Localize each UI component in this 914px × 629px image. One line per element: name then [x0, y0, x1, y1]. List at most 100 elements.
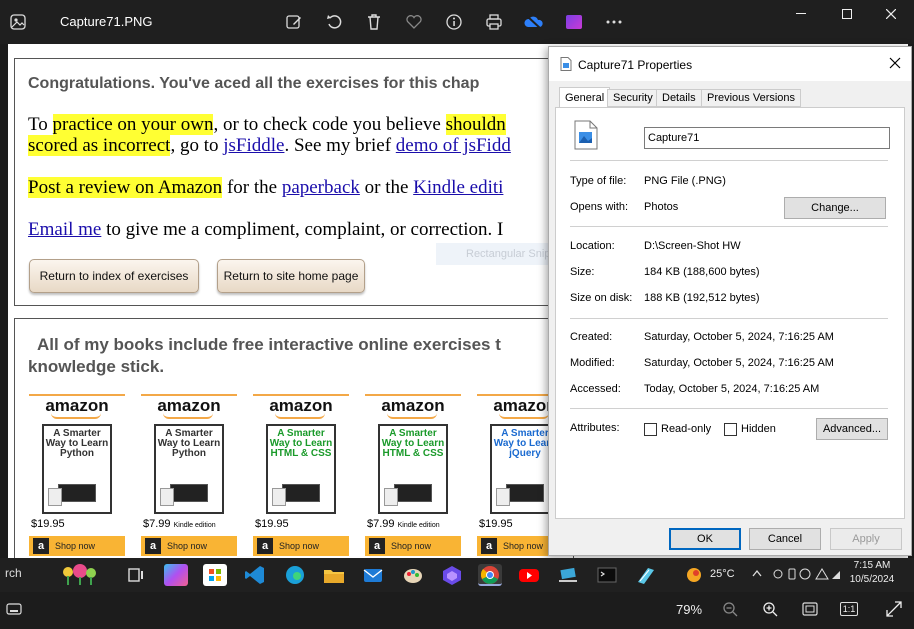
clock-date[interactable]: 10/5/2024: [848, 574, 896, 585]
books-heading-2: knowledge stick.: [28, 357, 165, 376]
clipchamp-icon[interactable]: [562, 10, 586, 34]
book-title: A Smarter Way to Learn Python: [157, 428, 221, 459]
book-price: $19.95: [479, 518, 513, 530]
close-icon[interactable]: [889, 57, 901, 72]
amazon-a-icon: a: [33, 538, 49, 554]
clock-time[interactable]: 7:15 AM: [852, 560, 892, 571]
snipping-tool-icon[interactable]: [634, 564, 658, 586]
amazon-a-icon: a: [145, 538, 161, 554]
copilot-icon[interactable]: [164, 564, 188, 586]
viewer-title-bar: Capture71.PNG: [0, 0, 914, 44]
search-highlight-icon[interactable]: [60, 562, 108, 586]
separator: [570, 160, 888, 161]
book-card[interactable]: amazon A Smarter Way to Learn Python $19.9…: [29, 394, 125, 558]
search-box-fragment[interactable]: rch: [5, 566, 22, 580]
hidden-label: Hidden: [741, 423, 776, 435]
ok-button[interactable]: OK: [669, 528, 741, 550]
book-title: A Smarter Way to Learn HTML & CSS: [381, 428, 445, 459]
shop-now-label: Shop now: [279, 541, 320, 551]
text: to give me a compliment, complaint, or c…: [101, 219, 504, 240]
favorite-icon[interactable]: [402, 10, 426, 34]
amazon-smile-icon: [51, 413, 101, 419]
onedrive-icon[interactable]: [522, 10, 546, 34]
demo-link[interactable]: demo of jsFidd: [396, 135, 511, 156]
location-label: Location:: [570, 240, 615, 252]
book-card[interactable]: amazon A Smarter Way to Learn Python $7.99…: [141, 394, 237, 558]
fit-to-window-icon[interactable]: [802, 602, 818, 621]
hidden-checkbox[interactable]: [724, 423, 737, 436]
shop-now-button[interactable]: a Shop now: [365, 536, 461, 556]
vscode-icon[interactable]: [243, 564, 267, 586]
paint-icon[interactable]: [401, 564, 425, 586]
shop-now-button[interactable]: a Shop now: [29, 536, 125, 556]
book-card[interactable]: amazon A Smarter Way to Learn HTML & CSS $…: [365, 394, 461, 558]
chrome-icon[interactable]: [478, 564, 502, 586]
rotate-icon[interactable]: [322, 10, 346, 34]
file-explorer-icon[interactable]: [322, 564, 346, 586]
laptop-illustration: [170, 484, 208, 502]
zoom-in-icon[interactable]: [762, 601, 778, 622]
separator: [570, 408, 888, 409]
separator: [570, 226, 888, 227]
shop-now-button[interactable]: a Shop now: [253, 536, 349, 556]
modified-value: Saturday, October 5, 2024, 7:16:25 AM: [644, 357, 834, 369]
more-icon[interactable]: [602, 10, 626, 34]
change-button[interactable]: Change...: [784, 197, 886, 219]
clipchamp-taskbar-icon[interactable]: [440, 564, 464, 586]
return-home-button[interactable]: Return to site home page: [217, 259, 365, 293]
jsfiddle-link[interactable]: jsFiddle: [223, 135, 284, 156]
chevron-up-icon[interactable]: [752, 568, 762, 580]
shop-now-button[interactable]: a Shop now: [141, 536, 237, 556]
zoom-out-icon[interactable]: [722, 601, 738, 622]
apply-button[interactable]: Apply: [830, 528, 902, 550]
book-price: $19.95: [31, 518, 65, 530]
highlight: practice on your own: [52, 114, 214, 135]
close-button[interactable]: [868, 4, 914, 24]
paperback-link[interactable]: paperback: [282, 177, 360, 198]
snip-tooltip-ghost: Rectangular Snip: [436, 243, 556, 265]
edition-note: Kindle edition: [397, 522, 440, 529]
tab-security[interactable]: Security: [607, 89, 659, 107]
book-illustration: [48, 488, 62, 506]
microsoft-store-icon[interactable]: [203, 564, 227, 586]
book-card[interactable]: amazon A Smarter Way to Learn HTML & CSS $…: [253, 394, 349, 558]
actual-size-button[interactable]: 1:1: [840, 602, 858, 616]
fullscreen-icon[interactable]: [886, 601, 902, 622]
amazon-a-icon: a: [481, 538, 497, 554]
minimize-button[interactable]: [778, 4, 824, 24]
cancel-button[interactable]: Cancel: [749, 528, 821, 550]
kindle-link[interactable]: Kindle editi: [413, 177, 503, 198]
laptop-app-icon[interactable]: [556, 564, 580, 586]
youtube-icon[interactable]: [517, 564, 541, 586]
filename-field[interactable]: Capture71: [644, 127, 890, 149]
edge-icon[interactable]: [283, 564, 307, 586]
delete-icon[interactable]: [362, 10, 386, 34]
text: . See my brief: [284, 135, 396, 156]
amazon-smile-icon: [275, 413, 325, 419]
edit-icon[interactable]: [282, 10, 306, 34]
amazon-a-icon: a: [257, 538, 273, 554]
filmstrip-icon[interactable]: [6, 602, 22, 621]
price-value: $19.95: [255, 518, 289, 530]
tray-icons[interactable]: [772, 567, 842, 586]
book-illustration: [160, 488, 174, 506]
print-icon[interactable]: [482, 10, 506, 34]
info-icon[interactable]: [442, 10, 466, 34]
maximize-button[interactable]: [824, 4, 870, 24]
task-view-icon[interactable]: [124, 564, 148, 586]
attributes-label: Attributes:: [570, 422, 620, 434]
shop-now-label: Shop now: [55, 541, 96, 551]
terminal-icon[interactable]: [595, 564, 619, 586]
readonly-label: Read-only: [661, 423, 712, 435]
created-label: Created:: [570, 331, 613, 343]
tab-details[interactable]: Details: [656, 89, 702, 107]
text: , go to: [170, 135, 224, 156]
readonly-checkbox[interactable]: [644, 423, 657, 436]
mail-icon[interactable]: [361, 564, 385, 586]
weather-icon[interactable]: [684, 565, 704, 590]
tab-previous-versions[interactable]: Previous Versions: [701, 89, 802, 107]
tab-general[interactable]: General: [559, 87, 611, 108]
advanced-button[interactable]: Advanced...: [816, 418, 888, 440]
email-link[interactable]: Email me: [28, 219, 101, 240]
return-index-button[interactable]: Return to index of exercises: [29, 259, 199, 293]
